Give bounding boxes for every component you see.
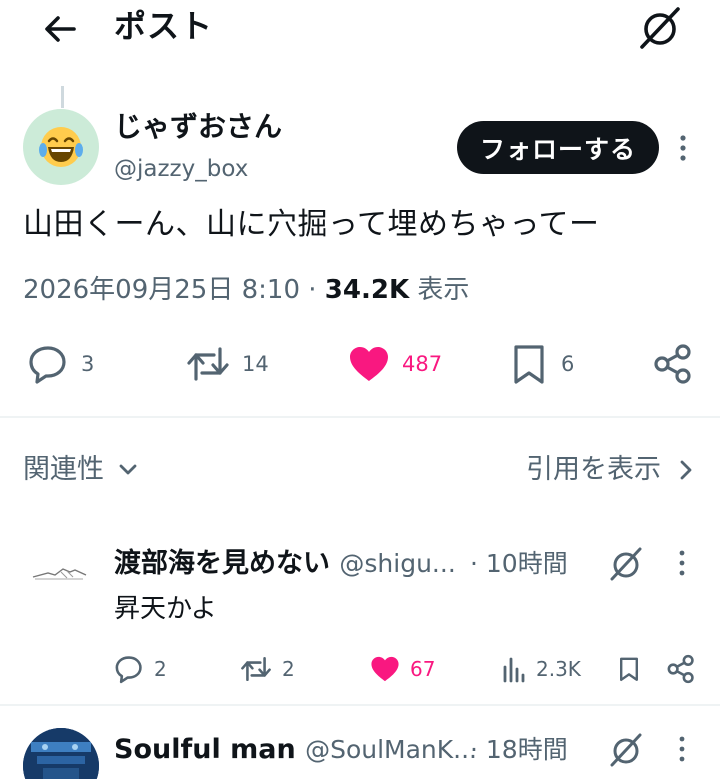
grok-icon [610, 547, 642, 581]
analytics-bar-icon [503, 657, 525, 683]
laughing-tears-emoji-icon [39, 127, 83, 167]
bookmark-icon [620, 657, 638, 681]
reply-views-count: 2.3K [536, 657, 581, 681]
more-vertical-icon [679, 550, 685, 576]
reply-count: 3 [81, 352, 95, 376]
reply-author-handle: @shigu... [339, 549, 456, 578]
reply-grok-button[interactable] [606, 544, 646, 584]
repost-count: 14 [242, 352, 269, 376]
grok-button[interactable] [636, 4, 684, 52]
chevron-right-icon [680, 460, 692, 480]
tweet-text: 山田くーん、山に穴掘って埋めちゃってー [23, 207, 600, 242]
views-count: 34.2K [324, 275, 410, 305]
more-vertical-icon [679, 736, 685, 762]
reply-repost-button[interactable]: 2 [240, 652, 295, 686]
reply-repost-count: 2 [282, 657, 295, 681]
arrow-left-icon [45, 16, 76, 42]
reply-reply-count: 2 [154, 657, 167, 681]
heart-filled-icon [350, 347, 388, 381]
views-label: 表示 [417, 275, 470, 305]
reply-avatar[interactable] [23, 728, 99, 779]
divider [0, 704, 720, 706]
reply-icon [29, 346, 66, 384]
reply-more-button[interactable] [670, 546, 694, 580]
back-button[interactable] [38, 6, 84, 52]
reply-author[interactable]: 渡部海を見めない @shigu... [114, 546, 456, 582]
reply-reply-button[interactable]: 2 [114, 652, 167, 686]
bookmark-icon [514, 345, 544, 384]
avatar[interactable] [23, 109, 99, 185]
chevron-down-icon [119, 464, 137, 475]
reply-icon [115, 656, 142, 684]
reply-author[interactable]: Soulful man @SoulManK... [114, 732, 477, 768]
divider [0, 416, 720, 418]
repost-button[interactable]: 14 [186, 341, 269, 387]
reply-author-name: 渡部海を見めない [114, 548, 330, 579]
reply-author-handle: @SoulManK... [305, 735, 478, 764]
view-quotes-label: 引用を表示 [526, 454, 661, 485]
timestamp[interactable]: 2026年09月25日 8:10 [23, 275, 300, 305]
reply-more-button[interactable] [670, 732, 694, 766]
share-icon [654, 344, 691, 384]
blue-scene-avatar-icon [23, 728, 99, 779]
share-button[interactable] [652, 341, 694, 387]
like-count: 487 [402, 352, 443, 376]
reply-time[interactable]: · 10時間 [470, 546, 568, 582]
author-name[interactable]: じゃずおさん [114, 109, 282, 145]
share-icon [667, 654, 694, 684]
page-title: ポスト [114, 7, 214, 45]
sort-dropdown[interactable]: 関連性 [23, 450, 138, 490]
bookmark-count: 6 [561, 352, 575, 376]
grok-icon [610, 733, 642, 767]
thread-connector-line [61, 86, 64, 108]
reply-like-button[interactable]: 67 [370, 652, 435, 686]
reply-like-count: 67 [410, 657, 436, 681]
more-options-button[interactable] [671, 131, 695, 165]
reply-author-name: Soulful man [114, 734, 296, 765]
reply-share-button[interactable] [666, 654, 696, 684]
reply-bookmark-button[interactable] [617, 654, 641, 684]
reply-text: 昇天かよ [114, 594, 217, 624]
meta-separator: · [308, 275, 317, 305]
author-handle[interactable]: @jazzy_box [114, 154, 248, 184]
repost-icon [187, 347, 229, 381]
heart-filled-icon [371, 656, 399, 682]
reply-time[interactable]: · 18時間 [470, 732, 568, 768]
reply-views-button[interactable]: 2.3K [502, 652, 581, 686]
mountain-sketch-avatar-icon [23, 544, 99, 620]
follow-button[interactable]: フォローする [457, 121, 659, 174]
sort-label: 関連性 [23, 454, 104, 485]
tweet-meta: 2026年09月25日 8:10 · 34.2K 表示 [23, 270, 469, 310]
reply-grok-button[interactable] [606, 730, 646, 770]
more-vertical-icon [680, 135, 686, 161]
view-quotes-link[interactable]: 引用を表示 [526, 450, 693, 490]
repost-icon [241, 657, 271, 681]
like-button[interactable]: 487 [348, 341, 442, 387]
reply-button[interactable]: 3 [27, 341, 94, 387]
reply-avatar[interactable] [23, 544, 99, 620]
grok-icon [640, 7, 680, 49]
bookmark-button[interactable]: 6 [509, 341, 574, 387]
